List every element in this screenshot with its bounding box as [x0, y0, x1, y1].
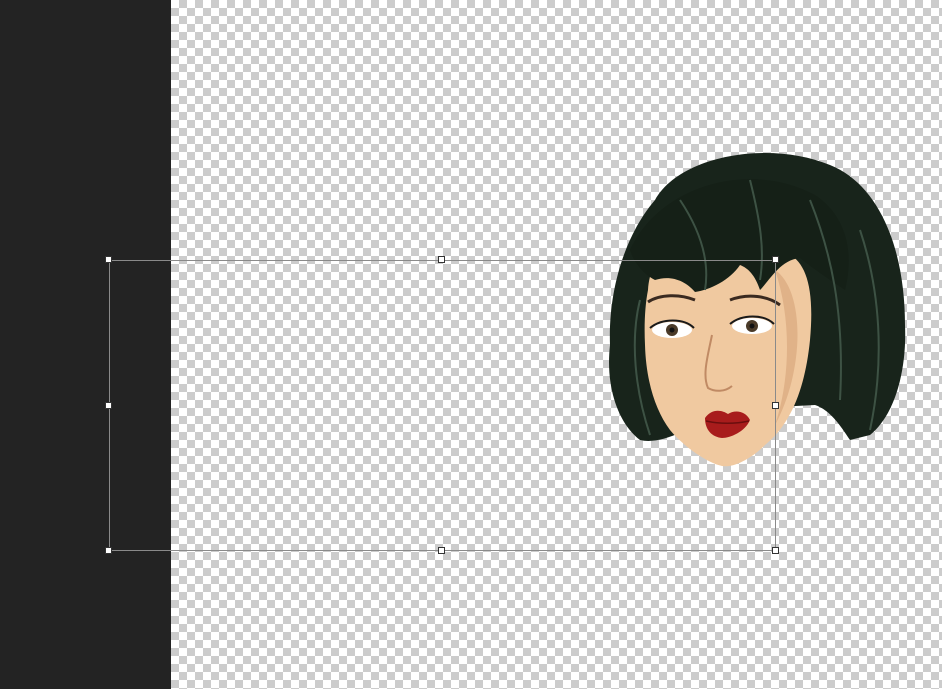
transform-handle-top-left[interactable] — [105, 256, 112, 263]
transform-handle-bottom-left[interactable] — [105, 547, 112, 554]
transform-handle-top-center[interactable] — [438, 256, 445, 263]
transform-handle-middle-left[interactable] — [105, 402, 112, 409]
photo-editor-workspace — [0, 0, 942, 689]
transform-handle-top-right[interactable] — [772, 256, 779, 263]
transform-handle-middle-right[interactable] — [772, 402, 779, 409]
transform-handle-bottom-center[interactable] — [438, 547, 445, 554]
portrait-illustration[interactable] — [600, 140, 920, 480]
transform-handle-bottom-right[interactable] — [772, 547, 779, 554]
pasteboard — [0, 0, 171, 689]
